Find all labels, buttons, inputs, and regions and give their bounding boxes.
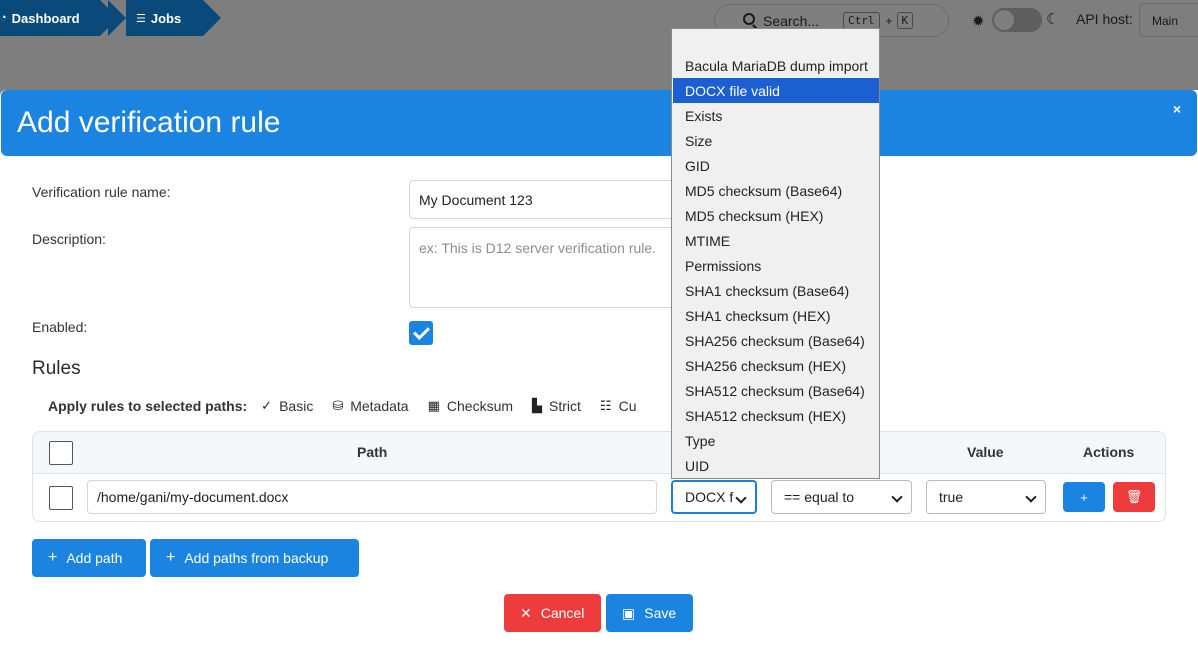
- table-header: Path Value Actions: [33, 432, 1165, 474]
- top-bar: ◔ Dashboard ☰ Jobs Search... Ctrl + K ✹ …: [0, 0, 1198, 90]
- dropdown-option[interactable]: SHA512 checksum (HEX): [673, 403, 879, 428]
- breadcrumb-dashboard[interactable]: ◔ Dashboard: [0, 0, 118, 36]
- sun-icon: ✹: [972, 13, 985, 30]
- modal-header: Add verification rule ×: [1, 90, 1197, 156]
- rules-table: Path Value Actions /home/gani/my-documen…: [32, 431, 1166, 522]
- plus-icon: +: [166, 549, 176, 566]
- rule-name-input[interactable]: My Document 123: [409, 180, 709, 219]
- add-path-button[interactable]: + Add path: [32, 539, 146, 577]
- apply-custom-label: Cu: [618, 398, 637, 414]
- modal-title: Add verification rule: [17, 106, 281, 139]
- dropdown-option[interactable]: SHA1 checksum (HEX): [673, 303, 879, 328]
- rule-name-label: Verification rule name:: [32, 184, 171, 200]
- search-label: Search...: [763, 12, 820, 29]
- description-label: Description:: [32, 231, 106, 247]
- row-checkbox[interactable]: [49, 486, 73, 510]
- kbd-plus: +: [885, 13, 893, 28]
- plus-icon: +: [48, 549, 58, 566]
- apply-metadata-button[interactable]: ⛁ Metadata: [332, 398, 408, 414]
- dropdown-option[interactable]: MD5 checksum (Base64): [673, 178, 879, 203]
- description-textarea[interactable]: ex: This is D12 server verification rule…: [409, 227, 709, 308]
- apply-basic-label: Basic: [279, 398, 314, 414]
- breadcrumb-jobs-label: Jobs: [150, 10, 182, 26]
- dropdown-option[interactable]: Type: [673, 428, 879, 453]
- header-path: Path: [357, 444, 388, 460]
- dropdown-option[interactable]: MD5 checksum (HEX): [673, 203, 879, 228]
- search-icon: [743, 13, 755, 25]
- dropdown-option[interactable]: GID: [673, 153, 879, 178]
- apply-rules-bar: Apply rules to selected paths: ✓ Basic ⛁…: [48, 396, 655, 416]
- enabled-label: Enabled:: [32, 319, 88, 335]
- apply-strict-button[interactable]: ▙ Strict: [532, 398, 581, 414]
- close-icon[interactable]: ×: [1173, 101, 1181, 117]
- dropdown-option[interactable]: UID: [673, 453, 879, 478]
- value-select[interactable]: true: [926, 480, 1046, 514]
- check-icon: ✓: [261, 398, 273, 413]
- apply-metadata-label: Metadata: [350, 398, 409, 414]
- path-input[interactable]: /home/gani/my-document.docx: [87, 480, 657, 514]
- add-rule-button[interactable]: +: [1063, 482, 1105, 512]
- apply-checksum-button[interactable]: ▦ Checksum: [428, 398, 513, 414]
- dropdown-option-selected[interactable]: DOCX file valid: [673, 78, 879, 103]
- dropdown-option[interactable]: Permissions: [673, 253, 879, 278]
- calculator-icon: ▦: [427, 398, 440, 413]
- kbd-ctrl: Ctrl: [843, 12, 880, 29]
- kbd-k: K: [896, 12, 914, 29]
- enabled-checkbox[interactable]: [409, 321, 433, 345]
- database-icon: ⛁: [332, 398, 344, 413]
- dropdown-option[interactable]: SHA256 checksum (HEX): [673, 353, 879, 378]
- dropdown-option[interactable]: SHA1 checksum (Base64): [673, 278, 879, 303]
- rule-type-dropdown[interactable]: Bacula MariaDB dump import DOCX file val…: [671, 28, 880, 479]
- list-icon: ☰: [136, 12, 146, 25]
- add-verification-rule-modal: Add verification rule × Verification rul…: [0, 90, 1198, 649]
- floppy-icon: ▣: [622, 604, 636, 621]
- cancel-button[interactable]: ✕ Cancel: [504, 594, 601, 632]
- apply-rules-label: Apply rules to selected paths:: [48, 398, 248, 414]
- header-actions: Actions: [1083, 444, 1135, 460]
- dropdown-option[interactable]: Exists: [673, 103, 879, 128]
- save-label: Save: [644, 605, 677, 621]
- api-host-select[interactable]: Main: [1139, 3, 1198, 37]
- breadcrumb-jobs[interactable]: ☰ Jobs: [108, 0, 221, 36]
- file-shield-icon: ▙: [532, 398, 543, 413]
- dropdown-option[interactable]: Size: [673, 128, 879, 153]
- sliders-icon: ☷: [599, 398, 612, 413]
- apply-checksum-label: Checksum: [446, 398, 514, 414]
- add-paths-from-backup-label: Add paths from backup: [184, 550, 329, 566]
- header-value: Value: [967, 444, 1004, 460]
- dropdown-option[interactable]: Bacula MariaDB dump import: [673, 53, 879, 78]
- api-host-label: API host:: [1076, 11, 1133, 27]
- theme-toggle[interactable]: [992, 8, 1042, 32]
- dropdown-option[interactable]: [673, 29, 879, 54]
- cancel-label: Cancel: [540, 605, 585, 621]
- trash-icon[interactable]: 🗑: [1113, 482, 1155, 512]
- add-path-label: Add path: [66, 550, 123, 566]
- apply-strict-label: Strict: [549, 398, 581, 414]
- dropdown-option[interactable]: SHA256 checksum (Base64): [673, 328, 879, 353]
- dropdown-option[interactable]: MTIME: [673, 228, 879, 253]
- add-paths-from-backup-button[interactable]: + Add paths from backup: [150, 539, 359, 577]
- x-icon: ✕: [520, 604, 532, 621]
- apply-basic-button[interactable]: ✓ Basic: [261, 398, 313, 414]
- save-button[interactable]: ▣ Save: [606, 594, 693, 632]
- apply-custom-button[interactable]: ☷ Cu: [600, 398, 637, 414]
- rule-type-select[interactable]: DOCX f: [671, 480, 757, 514]
- breadcrumb-dashboard-label: Dashboard: [11, 10, 80, 26]
- operator-select[interactable]: == equal to: [771, 480, 912, 514]
- dropdown-option[interactable]: SHA512 checksum (Base64): [673, 378, 879, 403]
- moon-icon: ☾: [1046, 11, 1060, 28]
- select-all-checkbox[interactable]: [49, 441, 73, 465]
- rules-heading: Rules: [32, 358, 81, 379]
- dashboard-icon: ◔: [0, 12, 7, 24]
